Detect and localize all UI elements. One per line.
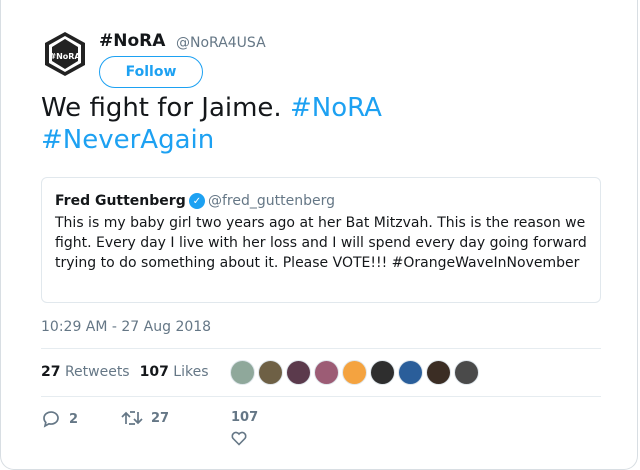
quoted-tweet-text: This is my baby girl two years ago at he… (55, 215, 587, 271)
heart-icon (231, 431, 247, 446)
divider (41, 348, 601, 349)
svg-text:#NoRA: #NoRA (49, 52, 81, 61)
hashtag-neveragain[interactable]: #NeverAgain (41, 125, 214, 155)
liker-avatar[interactable] (426, 360, 451, 385)
account-handle[interactable]: @NoRA4USA (176, 35, 266, 51)
like-button[interactable]: 107 (231, 410, 258, 446)
retweet-stat[interactable]: 27 Retweets (41, 364, 130, 380)
hashtag-nora[interactable]: #NoRA (290, 93, 382, 123)
divider (41, 396, 601, 397)
quoted-author-handle: @fred_guttenberg (208, 193, 335, 209)
liker-avatar[interactable] (258, 360, 283, 385)
tweet-card: #NoRA #NoRA @NoRA4USA Follow We fight fo… (0, 0, 638, 470)
reply-icon (43, 411, 59, 428)
liker-avatar[interactable] (370, 360, 395, 385)
tweet-timestamp[interactable]: 10:29 AM - 27 Aug 2018 (41, 319, 211, 335)
retweet-button[interactable]: 27 (121, 410, 169, 426)
liker-avatar[interactable] (230, 360, 255, 385)
quoted-author-name: Fred Guttenberg (55, 193, 186, 209)
reply-button[interactable]: 2 (41, 410, 78, 428)
tweet-text: We fight for Jaime. #NoRA #NeverAgain (41, 93, 382, 155)
nora-logo-icon: #NoRA (45, 32, 85, 76)
verified-badge-icon: ✓ (189, 193, 205, 209)
liker-avatar[interactable] (398, 360, 423, 385)
follow-button[interactable]: Follow (99, 56, 203, 88)
avatar[interactable]: #NoRA (41, 30, 89, 78)
liker-avatar[interactable] (342, 360, 367, 385)
retweet-icon (121, 411, 143, 425)
liker-avatar[interactable] (286, 360, 311, 385)
liker-avatar[interactable] (314, 360, 339, 385)
account-name[interactable]: #NoRA (99, 31, 165, 51)
liker-avatar[interactable] (454, 360, 479, 385)
liker-avatars (230, 360, 479, 385)
engagement-stats: 27 Retweets 107 Likes (41, 364, 209, 380)
like-stat[interactable]: 107 Likes (140, 364, 209, 380)
quoted-tweet[interactable]: Fred Guttenberg ✓ @fred_guttenberg This … (41, 177, 601, 303)
